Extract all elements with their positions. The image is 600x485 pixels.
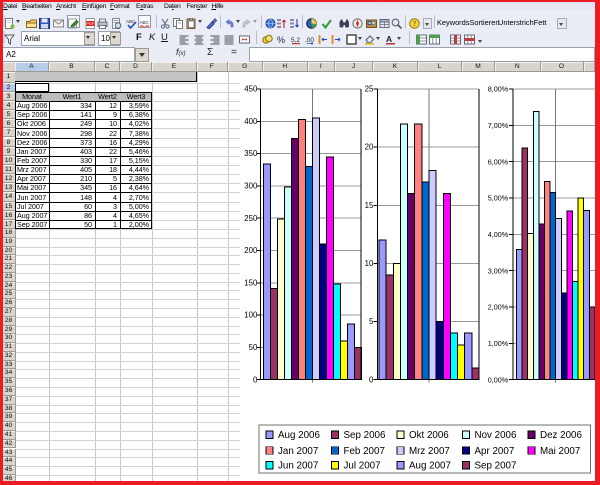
svg-text:?: ?	[413, 20, 416, 28]
svg-text:Okt 2006: Okt 2006	[409, 430, 449, 441]
svg-text:300: 300	[244, 182, 258, 191]
svg-text:6,00%: 6,00%	[488, 157, 509, 166]
svg-text:5,00%: 5,00%	[488, 194, 509, 203]
svg-text:5: 5	[369, 317, 374, 326]
svg-text:8,00%: 8,00%	[488, 85, 509, 94]
svg-text:,00: ,00	[305, 37, 314, 44]
svg-text:Mai 2007: Mai 2007	[540, 446, 580, 457]
svg-text:100: 100	[244, 311, 258, 320]
svg-text:Sep 2007: Sep 2007	[475, 461, 517, 472]
svg-text:150: 150	[244, 278, 258, 287]
svg-text:2,00%: 2,00%	[488, 303, 509, 312]
svg-text:5,2: 5,2	[291, 37, 300, 44]
svg-text:20: 20	[365, 143, 374, 152]
svg-text:Apr 2007: Apr 2007	[475, 446, 515, 457]
svg-text:Jun 2007: Jun 2007	[278, 461, 318, 472]
svg-text:1,00%: 1,00%	[488, 339, 509, 348]
svg-text:%: %	[277, 35, 285, 45]
svg-text:0,00%: 0,00%	[488, 375, 509, 384]
svg-text:25: 25	[365, 85, 374, 94]
svg-text:Nov 2006: Nov 2006	[475, 430, 517, 441]
svg-text:A: A	[386, 34, 392, 44]
svg-text:PDF: PDF	[86, 21, 95, 26]
svg-text:250: 250	[244, 214, 258, 223]
svg-text:Aug 2007: Aug 2007	[409, 461, 451, 472]
svg-text:0: 0	[369, 375, 374, 384]
svg-text:Sep 2006: Sep 2006	[344, 430, 386, 441]
svg-text:400: 400	[244, 117, 258, 126]
svg-text:350: 350	[244, 149, 258, 158]
svg-text:10: 10	[365, 259, 374, 268]
svg-text:200: 200	[244, 246, 258, 255]
svg-text:Aug 2006: Aug 2006	[278, 430, 320, 441]
svg-text:450: 450	[244, 85, 258, 94]
svg-text:Feb 2007: Feb 2007	[344, 446, 385, 457]
svg-text:50: 50	[249, 343, 258, 352]
svg-text:Jul 2007: Jul 2007	[344, 461, 381, 472]
svg-text:4,00%: 4,00%	[488, 230, 509, 239]
svg-text:Dez 2006: Dez 2006	[540, 430, 582, 441]
svg-text:Jan 2007: Jan 2007	[278, 446, 318, 457]
svg-text:3,00%: 3,00%	[488, 266, 509, 275]
svg-text:Mrz 2007: Mrz 2007	[409, 446, 450, 457]
svg-text:0: 0	[253, 375, 258, 384]
svg-text:ABC: ABC	[140, 20, 150, 25]
svg-text:15: 15	[365, 201, 374, 210]
svg-text:7,00%: 7,00%	[488, 121, 509, 130]
